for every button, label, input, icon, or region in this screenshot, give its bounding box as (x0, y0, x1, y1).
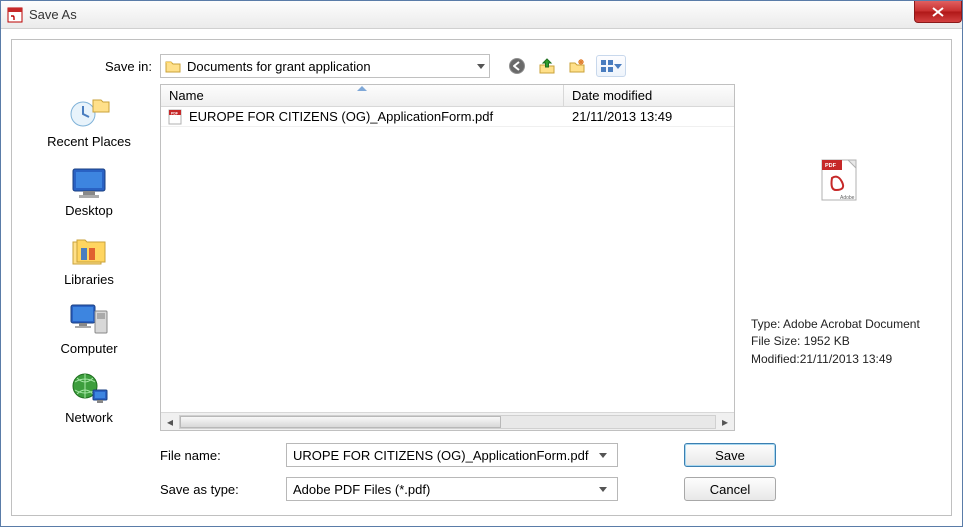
savetype-label: Save as type: (160, 482, 260, 497)
column-date-label: Date modified (572, 88, 652, 103)
scroll-right-icon[interactable]: ▸ (716, 414, 734, 430)
libraries-icon (67, 230, 111, 270)
filename-input[interactable]: UROPE FOR CITIZENS (OG)_ApplicationForm.… (286, 443, 618, 467)
save-in-label: Save in: (72, 59, 152, 74)
chevron-down-icon (477, 64, 485, 69)
meta-modified-label: Modified: (751, 352, 800, 366)
place-libraries[interactable]: Libraries (29, 226, 149, 293)
chevron-down-icon (595, 487, 611, 492)
back-button[interactable] (506, 55, 528, 77)
place-label: Recent Places (47, 134, 131, 149)
place-network[interactable]: Network (29, 364, 149, 431)
pdf-file-icon: PDF (167, 109, 183, 125)
main-area: Recent Places Desktop Libraries (24, 84, 933, 431)
place-label: Computer (60, 341, 117, 356)
titlebar: Save As (1, 1, 962, 29)
save-button[interactable]: Save (684, 443, 776, 467)
place-label: Network (65, 410, 113, 425)
svg-text:PDF: PDF (825, 163, 837, 169)
network-icon (67, 368, 111, 408)
filename-row: File name: UROPE FOR CITIZENS (OG)_Appli… (160, 443, 933, 467)
place-label: Desktop (65, 203, 113, 218)
desktop-icon (67, 161, 111, 201)
filename-label: File name: (160, 448, 260, 463)
meta-type-label: Type: (751, 317, 780, 331)
close-button[interactable] (914, 1, 962, 23)
meta-modified-value: 21/11/2013 13:49 (800, 352, 893, 366)
save-in-row: Save in: Documents for grant application (24, 54, 933, 78)
sort-ascending-icon (357, 86, 367, 91)
folder-icon (165, 59, 181, 73)
preview-pane: PDF Adobe Type: Adobe Acrobat Document F… (741, 84, 933, 431)
up-one-level-button[interactable] (536, 55, 558, 77)
horizontal-scrollbar[interactable]: ◂ ▸ (161, 412, 734, 430)
save-in-combo[interactable]: Documents for grant application (160, 54, 490, 78)
file-list-header: Name Date modified (161, 85, 734, 107)
savetype-value: Adobe PDF Files (*.pdf) (293, 482, 595, 497)
chevron-down-icon (595, 453, 611, 458)
cancel-button[interactable]: Cancel (684, 477, 776, 501)
save-in-value: Documents for grant application (187, 59, 471, 74)
filename-value: UROPE FOR CITIZENS (OG)_ApplicationForm.… (293, 448, 595, 463)
place-desktop[interactable]: Desktop (29, 157, 149, 224)
window-title: Save As (29, 7, 77, 22)
place-label: Libraries (64, 272, 114, 287)
file-name: EUROPE FOR CITIZENS (OG)_ApplicationForm… (189, 109, 493, 124)
column-date-header[interactable]: Date modified (564, 85, 734, 106)
place-recent[interactable]: Recent Places (29, 88, 149, 155)
place-computer[interactable]: Computer (29, 295, 149, 362)
file-list-body[interactable]: PDF EUROPE FOR CITIZENS (OG)_Application… (161, 107, 734, 412)
places-bar: Recent Places Desktop Libraries (24, 84, 154, 431)
svg-text:PDF: PDF (171, 111, 179, 115)
file-date: 21/11/2013 13:49 (564, 109, 734, 124)
savetype-combo[interactable]: Adobe PDF Files (*.pdf) (286, 477, 618, 501)
app-icon (7, 7, 23, 23)
savetype-row: Save as type: Adobe PDF Files (*.pdf) Ca… (160, 477, 933, 501)
scroll-track[interactable] (179, 415, 716, 429)
chevron-down-icon (614, 64, 622, 69)
preview-thumbnail: PDF Adobe (751, 90, 929, 270)
computer-icon (67, 299, 111, 339)
scroll-thumb[interactable] (180, 416, 501, 428)
save-as-dialog: Save As Save in: Documents for grant app… (0, 0, 963, 527)
meta-size-value: 1952 KB (804, 334, 850, 348)
meta-type-value: Adobe Acrobat Document (783, 317, 920, 331)
new-folder-button[interactable] (566, 55, 588, 77)
column-name-header[interactable]: Name (161, 85, 564, 106)
column-name-label: Name (169, 88, 204, 103)
meta-size-label: File Size: (751, 334, 800, 348)
svg-text:Adobe: Adobe (840, 195, 855, 201)
dialog-content: Save in: Documents for grant application (11, 39, 952, 516)
preview-metadata: Type: Adobe Acrobat Document File Size: … (751, 316, 929, 368)
scroll-left-icon[interactable]: ◂ (161, 414, 179, 430)
bottom-controls: File name: UROPE FOR CITIZENS (OG)_Appli… (24, 443, 933, 501)
nav-toolbar (506, 55, 626, 77)
filelist-area: Name Date modified PDF (160, 84, 735, 431)
file-list: Name Date modified PDF (160, 84, 735, 431)
file-row[interactable]: PDF EUROPE FOR CITIZENS (OG)_Application… (161, 107, 734, 127)
recent-places-icon (67, 92, 111, 132)
view-menu-button[interactable] (596, 55, 626, 77)
